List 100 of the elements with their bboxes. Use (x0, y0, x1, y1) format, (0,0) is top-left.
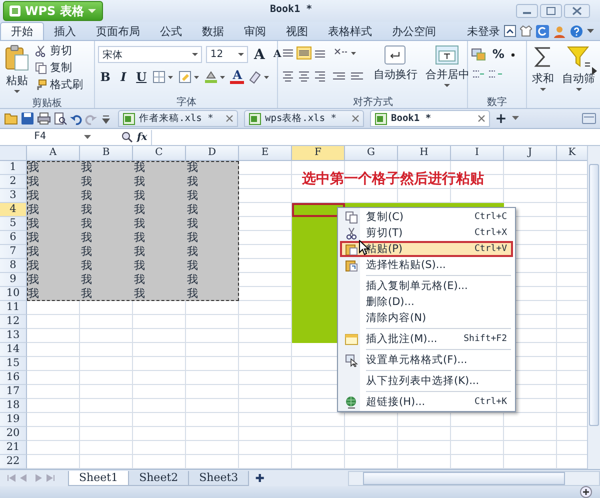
undo-icon[interactable] (70, 112, 82, 124)
ribbon-tab[interactable]: 公式 (150, 22, 192, 40)
row-header[interactable]: 3 (0, 189, 27, 203)
horizontal-scrollbar[interactable] (348, 470, 600, 486)
row-header[interactable]: 17 (0, 385, 27, 399)
row-header[interactable]: 10 (0, 287, 27, 301)
menu-item[interactable]: 超链接(H)... Ctrl+K (340, 394, 513, 410)
row-header[interactable]: 19 (0, 413, 27, 427)
menu-item[interactable]: 从下拉列表中选择(K)... (340, 373, 513, 389)
font-color-button[interactable]: A (230, 69, 244, 84)
document-tab[interactable]: 作者来稿.xls * (118, 110, 238, 127)
help-icon[interactable] (570, 24, 583, 38)
save-icon[interactable] (21, 112, 34, 125)
row-header[interactable]: 16 (0, 371, 27, 385)
close-icon[interactable] (226, 115, 233, 122)
vertical-scrollbar[interactable] (587, 146, 600, 469)
highlight-icon[interactable] (204, 70, 226, 84)
shrink-font-button[interactable]: A (270, 47, 284, 62)
row-header[interactable]: 21 (0, 441, 27, 455)
customize-icon[interactable] (100, 112, 112, 124)
zoom-in-icon[interactable] (580, 486, 592, 498)
ribbon-tab[interactable]: 插入 (44, 22, 86, 40)
paste-button[interactable]: 粘贴 (3, 43, 31, 96)
row-header[interactable]: 9 (0, 273, 27, 287)
eraser-icon[interactable] (248, 70, 270, 84)
row-header[interactable]: 11 (0, 301, 27, 315)
column-header[interactable]: F (292, 146, 345, 161)
document-tab[interactable]: wps表格.xls * (244, 110, 364, 127)
dropdown-icon[interactable] (84, 134, 91, 140)
window-list-icon[interactable] (582, 113, 596, 124)
merge-center-button[interactable]: 合并居中 (423, 43, 472, 90)
row-header[interactable]: 18 (0, 399, 27, 413)
column-header[interactable]: B (80, 146, 133, 161)
ribbon-tab[interactable]: 办公空间 (382, 22, 446, 40)
column-header[interactable]: K (557, 146, 588, 161)
ribbon-tab[interactable]: 开始 (0, 22, 44, 40)
row-header[interactable]: 15 (0, 357, 27, 371)
menu-item[interactable]: 设置单元格格式(F)... (340, 352, 513, 368)
menu-item[interactable]: 复制(C) Ctrl+C (340, 209, 513, 225)
close-icon[interactable] (478, 115, 485, 122)
column-header[interactable]: C (133, 146, 186, 161)
underline-button[interactable]: U (134, 69, 148, 84)
close-button[interactable] (564, 4, 590, 18)
ribbon-tab[interactable]: 视图 (276, 22, 318, 40)
menu-item[interactable]: 删除(D)... (340, 294, 513, 310)
new-tab-button[interactable]: + (493, 110, 509, 126)
row-header[interactable]: 2 (0, 175, 27, 189)
row-header[interactable]: 7 (0, 245, 27, 259)
menu-item[interactable]: 选择性粘贴(S)... (340, 257, 513, 273)
fill-icon[interactable] (178, 70, 200, 84)
row-header[interactable]: 20 (0, 427, 27, 441)
ribbon-tab[interactable]: 审阅 (234, 22, 276, 40)
cut-button[interactable]: 剪切 (35, 43, 83, 58)
menu-item[interactable]: 剪切(T) Ctrl+X (340, 225, 513, 241)
login-status[interactable]: 未登录 (467, 24, 500, 38)
font-size-field[interactable]: 12 (206, 46, 248, 63)
dropdown-icon[interactable] (587, 28, 594, 34)
document-tab[interactable]: Book1 * (370, 110, 490, 127)
user-icon[interactable] (553, 24, 566, 38)
menu-item[interactable]: 插入批注(M)... Shift+F2 (340, 331, 513, 347)
column-header[interactable]: J (504, 146, 557, 161)
auto-filter-button[interactable]: 自动筛 (560, 43, 597, 94)
ribbon-tab[interactable]: 表格样式 (318, 22, 382, 40)
ribbon-tab[interactable]: 页面布局 (86, 22, 150, 40)
column-header[interactable]: I (451, 146, 504, 161)
wrap-text-button[interactable]: 自动换行 (371, 43, 420, 84)
sheet-tab[interactable]: Sheet3 (188, 470, 250, 486)
grow-font-button[interactable]: A (252, 47, 266, 62)
row-header[interactable]: 14 (0, 343, 27, 357)
sheet-tab[interactable]: Sheet2 (128, 470, 190, 486)
print-icon[interactable] (37, 112, 51, 125)
column-header[interactable]: E (239, 146, 292, 161)
row-header[interactable]: 4 (0, 203, 27, 217)
column-header[interactable]: A (27, 146, 80, 161)
row-header[interactable]: 22 (0, 455, 27, 469)
collapse-icon[interactable] (504, 25, 516, 37)
shirt-icon[interactable] (520, 25, 532, 37)
search-icon[interactable] (121, 131, 133, 143)
currency-icon[interactable] (471, 46, 488, 60)
close-icon[interactable] (352, 115, 359, 122)
dropdown-icon[interactable] (512, 116, 519, 121)
add-sheet-button[interactable]: ✚ (255, 472, 264, 484)
row-header[interactable]: 1 (0, 161, 27, 175)
format-painter-button[interactable]: 格式刷 (35, 77, 83, 92)
maximize-button[interactable] (540, 4, 562, 18)
row-header[interactable]: 13 (0, 329, 27, 343)
percent-button[interactable]: % (491, 46, 506, 61)
italic-button[interactable]: I (116, 69, 130, 84)
menu-item[interactable]: 清除内容(N) (340, 310, 513, 326)
row-header[interactable]: 12 (0, 315, 27, 329)
folder-icon[interactable] (4, 112, 18, 125)
name-box[interactable]: F4 (0, 130, 80, 144)
row-header[interactable]: 8 (0, 259, 27, 273)
insert-function-button[interactable]: fx (137, 132, 148, 142)
sheet-tab[interactable]: Sheet1 (68, 470, 130, 486)
minimize-button[interactable] (516, 4, 538, 18)
menu-item[interactable]: 插入复制单元格(E)... (340, 278, 513, 294)
sum-button[interactable]: 求和 (530, 43, 556, 94)
border-icon[interactable] (152, 70, 174, 84)
column-header[interactable]: H (398, 146, 451, 161)
